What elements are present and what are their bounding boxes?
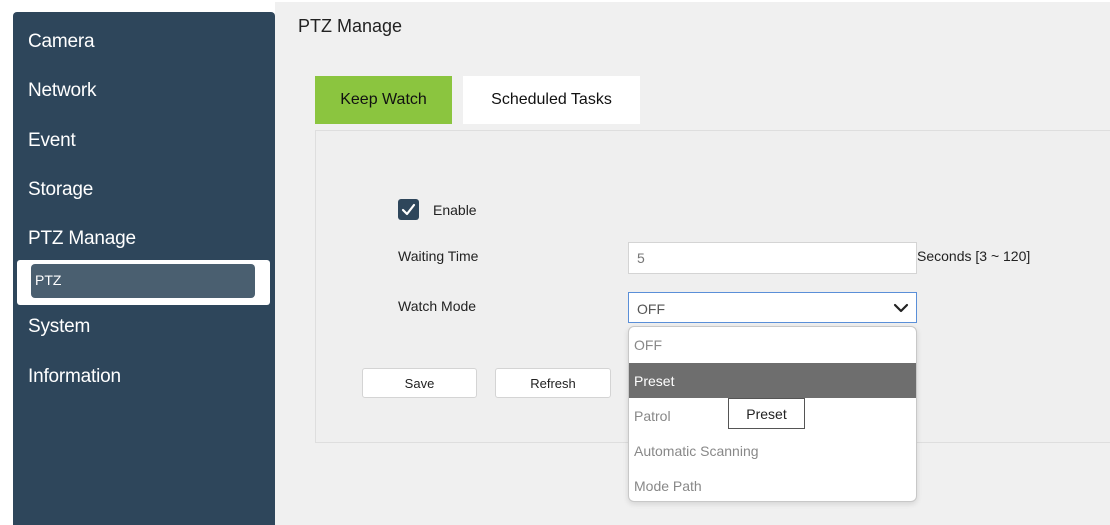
watch-mode-label: Watch Mode: [398, 298, 477, 314]
tooltip: Preset: [728, 398, 805, 429]
watch-mode-select[interactable]: OFF: [628, 292, 917, 323]
sidebar-item-information[interactable]: Information: [28, 366, 121, 388]
waiting-time-hint: Seconds [3 ~ 120]: [917, 248, 1031, 264]
sidebar-subitem-ptz[interactable]: PTZ: [31, 264, 255, 298]
option-automatic-scanning[interactable]: Automatic Scanning: [629, 433, 916, 468]
waiting-time-label: Waiting Time: [398, 248, 479, 264]
sidebar-subitem-wrapper: PTZ: [17, 260, 270, 305]
option-preset[interactable]: Preset: [629, 363, 916, 398]
sidebar-item-camera[interactable]: Camera: [28, 31, 95, 53]
tab-keep-watch[interactable]: Keep Watch: [315, 76, 452, 124]
enable-label: Enable: [433, 202, 477, 218]
enable-checkbox[interactable]: [398, 199, 419, 220]
sidebar-item-event[interactable]: Event: [28, 130, 76, 152]
watch-mode-value: OFF: [637, 301, 665, 317]
sidebar-item-network[interactable]: Network: [28, 80, 96, 102]
tab-scheduled-tasks[interactable]: Scheduled Tasks: [463, 76, 640, 124]
refresh-button[interactable]: Refresh: [495, 368, 611, 398]
sidebar-item-ptz-manage[interactable]: PTZ Manage: [28, 228, 136, 250]
chevron-down-icon: [893, 303, 909, 313]
option-mode-path[interactable]: Mode Path: [629, 468, 916, 501]
sidebar-item-system[interactable]: System: [28, 316, 90, 338]
sidebar-item-storage[interactable]: Storage: [28, 179, 93, 201]
sidebar: Camera Network Event Storage PTZ Manage …: [13, 12, 275, 525]
page-title: PTZ Manage: [298, 16, 403, 36]
check-icon: [401, 203, 416, 216]
main-content: PTZ Manage Keep Watch Scheduled Tasks En…: [275, 2, 1110, 525]
waiting-time-input[interactable]: [628, 242, 917, 274]
save-button[interactable]: Save: [362, 368, 477, 398]
option-off[interactable]: OFF: [629, 327, 916, 362]
